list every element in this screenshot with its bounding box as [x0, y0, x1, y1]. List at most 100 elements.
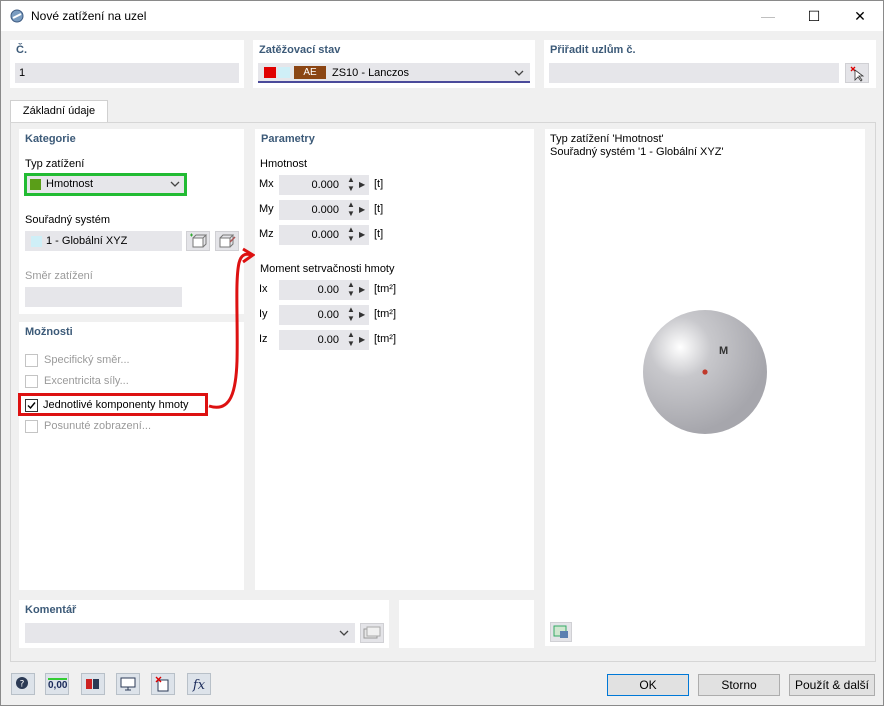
options-title: Možnosti [25, 326, 73, 338]
direction-label: Směr zatížení [25, 270, 93, 282]
param-name: My [259, 203, 274, 215]
view-button[interactable] [116, 673, 140, 695]
number-label: Č. [16, 44, 27, 56]
annotation-arrow [208, 247, 256, 409]
inertia-iy-row: Iy 0.00 ▲ ▼ ▶ [tm²] [255, 305, 455, 325]
checkbox-checked[interactable] [25, 399, 38, 412]
mass-title: Hmotnost [260, 158, 308, 170]
param-unit: [tm²] [374, 283, 396, 295]
inertia-title: Moment setrvačnosti hmoty [260, 263, 395, 275]
param-unit: [t] [374, 203, 384, 215]
view-icon [120, 677, 136, 691]
loadcase-select[interactable]: AE ZS10 - Lanczos [258, 63, 530, 83]
svg-text:?: ? [20, 680, 25, 690]
number-field[interactable]: 1 [15, 63, 239, 83]
option-label: Jednotlivé komponenty hmoty [43, 399, 189, 411]
option-shifted-display[interactable]: Posunuté zobrazení... [25, 419, 225, 435]
parameters-panel: Parametry Hmotnost Mx 0.000 ▲ ▼ ▶ [t] My 0… [255, 129, 534, 590]
comment-panel: Komentář [19, 600, 389, 648]
option-individual-mass-components[interactable]: Jednotlivé komponenty hmoty [18, 393, 208, 416]
help-icon: ? [16, 677, 28, 690]
minimize-button[interactable]: — [745, 1, 791, 31]
mass-sphere-graphic: M [643, 310, 767, 434]
model-icon [86, 679, 99, 689]
spinner[interactable]: ▲ ▼ ▶ [343, 280, 369, 300]
preview-settings-button[interactable] [550, 622, 572, 642]
loadcase-label: Zatěžovací stav [259, 44, 341, 56]
loadcase-panel: Zatěžovací stav AE ZS10 - Lanczos [253, 40, 535, 88]
param-unit: [t] [374, 228, 384, 240]
title-bar: Nové zatížení na uzel — ☐ ✕ [1, 1, 883, 31]
coord-color-swatch [31, 236, 42, 247]
spinner[interactable]: ▲ ▼ ▶ [343, 330, 369, 350]
mass-point-label: M [719, 345, 728, 357]
close-icon: ✕ [854, 7, 866, 24]
apply-next-button[interactable]: Použít & další [789, 674, 875, 696]
param-unit: [tm²] [374, 333, 396, 345]
help-button[interactable]: ? [11, 673, 35, 695]
checkbox[interactable] [25, 375, 38, 388]
maximize-button[interactable]: ☐ [791, 1, 837, 31]
ok-button[interactable]: OK [607, 674, 689, 696]
mass-my-input[interactable]: 0.000 [279, 200, 343, 220]
close-button[interactable]: ✕ [837, 1, 883, 31]
preview-line-1: Typ zatížení 'Hmotnost' [550, 133, 664, 145]
inertia-iz-input[interactable]: 0.00 [279, 330, 343, 350]
load-type-color-swatch [30, 179, 41, 190]
option-label: Specifický směr... [44, 354, 130, 366]
chevron-down-icon [514, 70, 524, 76]
param-name: Mz [259, 228, 274, 240]
coord-system-select[interactable]: 1 - Globální XYZ [25, 231, 182, 251]
delete-button[interactable] [151, 673, 175, 695]
dialog-window: Nové zatížení na uzel — ☐ ✕ Č. 1 Zatěžov… [0, 0, 884, 706]
category-title: Kategorie [25, 133, 76, 145]
inertia-iy-input[interactable]: 0.00 [279, 305, 343, 325]
comment-select[interactable] [25, 623, 355, 643]
formula-button[interactable]: fx [187, 673, 211, 695]
spinner[interactable]: ▲ ▼ ▶ [343, 200, 369, 220]
units-icon: 0,00 [48, 678, 68, 691]
param-unit: [t] [374, 178, 384, 190]
window-title: Nové zatížení na uzel [31, 9, 147, 23]
load-type-value: Hmotnost [46, 178, 94, 190]
formula-icon: fx [192, 678, 206, 693]
empty-panel [399, 600, 534, 648]
cancel-button[interactable]: Storno [698, 674, 780, 696]
param-name: Ix [259, 283, 268, 295]
option-label: Excentricita síly... [44, 375, 129, 387]
load-type-select[interactable]: Hmotnost [24, 173, 187, 196]
model-button[interactable] [81, 673, 105, 695]
coord-system-label: Souřadný systém [25, 214, 110, 226]
spinner[interactable]: ▲ ▼ ▶ [343, 305, 369, 325]
comment-library-button[interactable] [360, 623, 384, 643]
spinner[interactable]: ▲ ▼ ▶ [343, 225, 369, 245]
minimize-icon: — [761, 8, 775, 24]
inertia-ix-row: Ix 0.00 ▲ ▼ ▶ [tm²] [255, 280, 455, 300]
number-value: 1 [19, 67, 26, 79]
mass-mz-input[interactable]: 0.000 [279, 225, 343, 245]
checkbox[interactable] [25, 354, 38, 367]
pick-nodes-button[interactable] [845, 63, 869, 83]
number-panel: Č. 1 [10, 40, 244, 88]
parameters-title: Parametry [261, 133, 315, 145]
units-button[interactable]: 0,00 [45, 673, 69, 695]
checkmark-icon [27, 402, 36, 410]
inertia-ix-input[interactable]: 0.00 [279, 280, 343, 300]
param-unit: [tm²] [374, 308, 396, 320]
chevron-down-icon [339, 630, 349, 636]
direction-select [25, 287, 182, 307]
display-settings-icon [553, 625, 568, 638]
svg-text:fx: fx [192, 678, 206, 693]
option-eccentricity[interactable]: Excentricita síly... [25, 374, 225, 390]
option-specific-direction[interactable]: Specifický směr... [25, 353, 225, 369]
checkbox[interactable] [25, 420, 38, 433]
spinner[interactable]: ▲ ▼ ▶ [343, 175, 369, 195]
load-type-label: Typ zatížení [25, 158, 85, 170]
mass-mx-input[interactable]: 0.000 [279, 175, 343, 195]
delete-icon [155, 676, 169, 692]
param-name: Iz [259, 333, 268, 345]
assign-field[interactable] [549, 63, 839, 83]
pick-cursor-icon [850, 66, 865, 82]
param-name: Mx [259, 178, 274, 190]
tab-basic-data[interactable]: Základní údaje [10, 100, 108, 122]
